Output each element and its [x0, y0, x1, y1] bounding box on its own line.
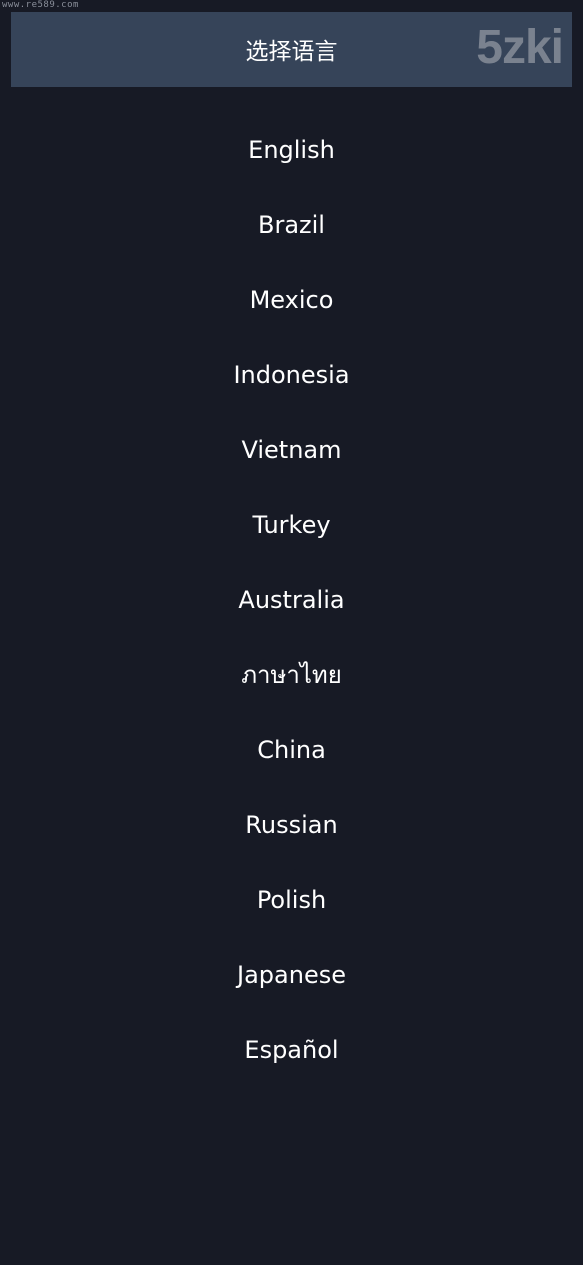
language-option-vietnam[interactable]: Vietnam — [0, 412, 583, 487]
language-option-brazil[interactable]: Brazil — [0, 187, 583, 262]
language-option-espanol[interactable]: Español — [0, 1012, 583, 1087]
page-title: 选择语言 — [245, 39, 338, 65]
language-option-indonesia[interactable]: Indonesia — [0, 337, 583, 412]
language-list: English Brazil Mexico Indonesia Vietnam … — [0, 112, 583, 1087]
header-bar: 选择语言 5zki — [11, 12, 572, 87]
language-option-thai[interactable]: ภาษาไทย — [0, 637, 583, 712]
language-option-turkey[interactable]: Turkey — [0, 487, 583, 562]
language-option-russian[interactable]: Russian — [0, 787, 583, 862]
language-option-mexico[interactable]: Mexico — [0, 262, 583, 337]
language-option-japanese[interactable]: Japanese — [0, 937, 583, 1012]
language-option-english[interactable]: English — [0, 112, 583, 187]
language-option-china[interactable]: China — [0, 712, 583, 787]
language-option-polish[interactable]: Polish — [0, 862, 583, 937]
logo-watermark: 5zki — [476, 21, 564, 74]
site-watermark: www.re589.com — [2, 0, 79, 10]
language-option-australia[interactable]: Australia — [0, 562, 583, 637]
